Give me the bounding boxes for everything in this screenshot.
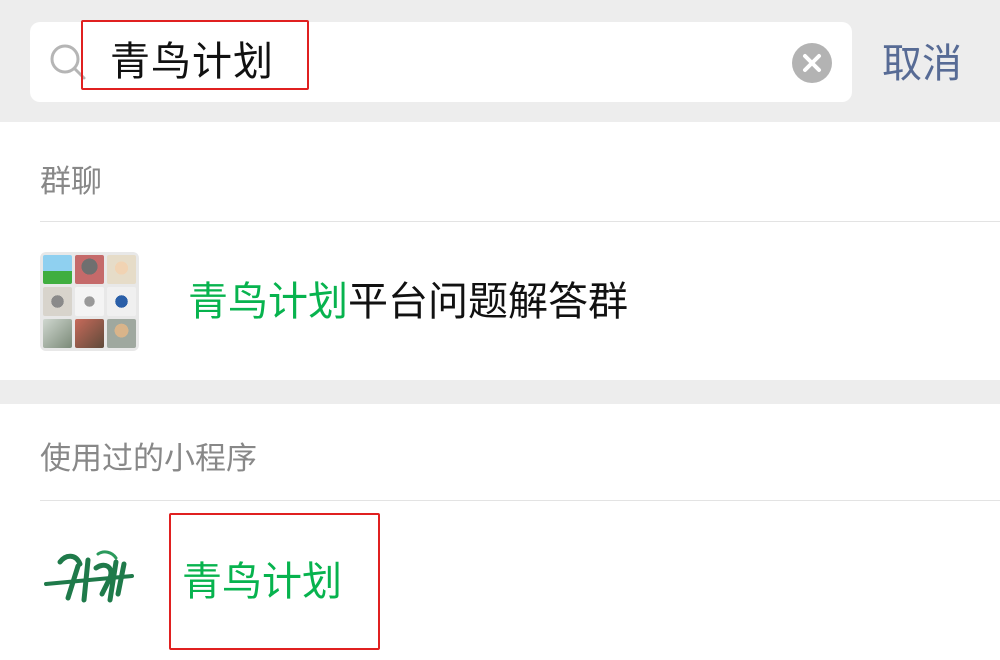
mini-program-section: 使用过的小程序 bbox=[0, 404, 1000, 660]
avatar-tile bbox=[43, 255, 72, 284]
section-header-mini-programs: 使用过的小程序 bbox=[40, 441, 257, 477]
group-chat-result[interactable]: 青鸟计划平台问题解答群 bbox=[188, 274, 628, 330]
close-icon bbox=[803, 54, 821, 72]
mini-program-result[interactable]: 青鸟计划 bbox=[182, 554, 342, 610]
avatar-tile bbox=[107, 255, 136, 284]
avatar-tile bbox=[107, 287, 136, 316]
group-avatar bbox=[40, 252, 139, 351]
divider bbox=[40, 221, 1000, 222]
avatar-tile bbox=[75, 255, 104, 284]
mini-program-logo bbox=[44, 550, 134, 603]
divider bbox=[40, 500, 1000, 501]
avatar-tile bbox=[75, 287, 104, 316]
avatar-tile bbox=[75, 319, 104, 348]
avatar-tile bbox=[107, 319, 136, 348]
clear-search-button[interactable] bbox=[792, 43, 832, 83]
group-chat-name: 平台问题解答群 bbox=[348, 279, 628, 325]
avatar-tile bbox=[43, 319, 72, 348]
section-header-group-chat: 群聊 bbox=[40, 164, 102, 200]
cancel-button[interactable]: 取消 bbox=[882, 36, 962, 92]
group-chat-section: 群聊 bbox=[0, 122, 1000, 380]
search-input[interactable]: 青鸟计划 bbox=[110, 34, 274, 90]
highlight-match: 青鸟计划 bbox=[188, 279, 348, 325]
search-bar: 青鸟计划 取消 bbox=[0, 0, 1000, 122]
avatar-tile bbox=[43, 287, 72, 316]
search-icon bbox=[50, 44, 86, 80]
